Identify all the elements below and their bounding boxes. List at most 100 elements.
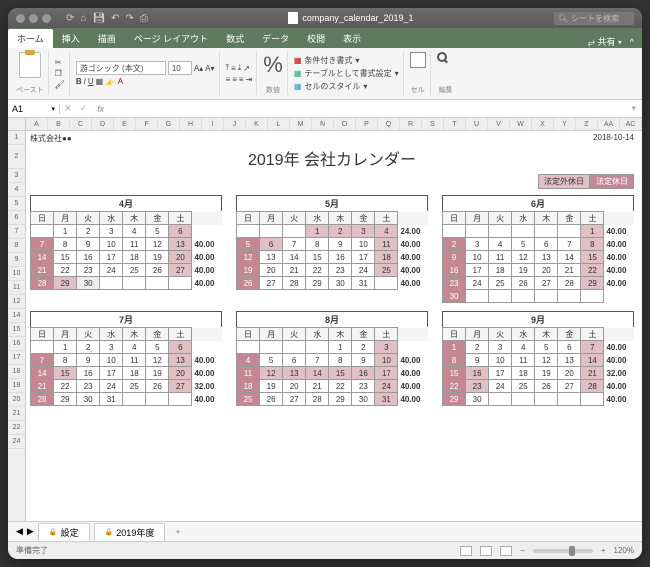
row-14[interactable]: 14 — [8, 309, 25, 323]
tab-nav-prev-icon[interactable]: ◀ — [16, 526, 23, 537]
row-19[interactable]: 19 — [8, 379, 25, 393]
row-7[interactable]: 7 — [8, 225, 25, 239]
undo-icon[interactable]: ↶ — [111, 13, 119, 24]
editing-icon[interactable] — [437, 52, 455, 70]
align-center-icon[interactable]: ≡ — [232, 75, 237, 84]
col-K[interactable]: K — [246, 118, 268, 130]
row-12[interactable]: 12 — [8, 295, 25, 309]
row-8[interactable]: 8 — [8, 239, 25, 253]
col-L[interactable]: L — [268, 118, 290, 130]
row-2[interactable]: 2 — [8, 145, 25, 169]
row-1[interactable]: 1 — [8, 131, 25, 145]
sheet-tab-2019[interactable]: 🔒2019年度 — [94, 523, 166, 541]
increase-font-icon[interactable]: A▴ — [194, 64, 203, 73]
percent-icon[interactable]: % — [263, 52, 283, 78]
select-all-corner[interactable] — [8, 118, 26, 130]
row-4[interactable]: 4 — [8, 183, 25, 197]
name-box[interactable]: A1▾ — [8, 104, 60, 114]
tab-formulas[interactable]: 数式 — [217, 29, 253, 48]
copy-icon[interactable]: ❐ — [55, 69, 65, 78]
tab-view[interactable]: 表示 — [334, 29, 370, 48]
minimize-icon[interactable] — [29, 14, 38, 23]
bold-button[interactable]: B — [76, 77, 82, 86]
align-middle-icon[interactable]: ≡ — [231, 64, 236, 73]
worksheet[interactable]: 株式会社●● 2018-10-14 2019年 会社カレンダー 法定外休日 法定… — [26, 131, 642, 521]
tab-data[interactable]: データ — [253, 29, 298, 48]
col-S[interactable]: S — [422, 118, 444, 130]
save-icon[interactable]: 💾︎ — [92, 13, 105, 24]
traffic-lights[interactable] — [16, 14, 51, 23]
font-name-select[interactable]: 游ゴシック (本文) — [76, 61, 166, 75]
col-Z[interactable]: Z — [576, 118, 598, 130]
cell-styles-button[interactable]: ▦セルのスタイル ▾ — [294, 80, 399, 93]
sheet-search[interactable]: 🔍︎ シートを検索 — [554, 12, 634, 25]
tab-insert[interactable]: 挿入 — [53, 29, 89, 48]
row-10[interactable]: 10 — [8, 267, 25, 281]
align-left-icon[interactable]: ≡ — [226, 75, 231, 84]
cells-icon[interactable] — [410, 52, 426, 68]
paste-icon[interactable] — [19, 52, 41, 78]
row-20[interactable]: 20 — [8, 393, 25, 407]
col-P[interactable]: P — [356, 118, 378, 130]
row-16[interactable]: 16 — [8, 337, 25, 351]
fx-label[interactable]: fx — [91, 104, 110, 114]
row-9[interactable]: 9 — [8, 253, 25, 267]
conditional-format-button[interactable]: ▦条件付き書式 ▾ — [294, 54, 399, 67]
cancel-formula-icon[interactable]: ✕ — [60, 103, 76, 114]
col-A[interactable]: A — [26, 118, 48, 130]
col-G[interactable]: G — [158, 118, 180, 130]
print-icon[interactable]: ⎙ — [140, 13, 148, 24]
col-M[interactable]: M — [290, 118, 312, 130]
col-W[interactable]: W — [510, 118, 532, 130]
col-C[interactable]: C — [70, 118, 92, 130]
col-AA[interactable]: AA — [598, 118, 620, 130]
col-Q[interactable]: Q — [378, 118, 400, 130]
border-icon[interactable]: ▦ — [96, 77, 104, 86]
italic-button[interactable]: I — [84, 77, 86, 86]
row-5[interactable]: 5 — [8, 197, 25, 211]
col-F[interactable]: F — [136, 118, 158, 130]
indent-icon[interactable]: ⇥ — [246, 75, 253, 84]
home-icon[interactable]: ⌂ — [80, 13, 86, 24]
close-icon[interactable] — [16, 14, 25, 23]
orientation-icon[interactable]: ↗ — [243, 64, 250, 73]
col-AC[interactable]: AC — [620, 118, 642, 130]
col-D[interactable]: D — [92, 118, 114, 130]
align-bottom-icon[interactable]: ⤓ — [238, 63, 242, 73]
col-N[interactable]: N — [312, 118, 334, 130]
row-15[interactable]: 15 — [8, 323, 25, 337]
add-sheet-button[interactable]: + — [169, 527, 186, 537]
row-18[interactable]: 18 — [8, 365, 25, 379]
ribbon-collapse-icon[interactable]: ^ — [630, 37, 634, 47]
col-Y[interactable]: Y — [554, 118, 576, 130]
row-21[interactable]: 21 — [8, 407, 25, 421]
tab-review[interactable]: 校閲 — [298, 29, 334, 48]
format-as-table-button[interactable]: ▦テーブルとして書式設定 ▾ — [294, 67, 399, 80]
font-color-icon[interactable]: A — [118, 77, 123, 86]
tab-page-layout[interactable]: ページ レイアウト — [125, 29, 217, 48]
col-U[interactable]: U — [466, 118, 488, 130]
zoom-icon[interactable] — [42, 14, 51, 23]
format-painter-icon[interactable]: 🖌 — [55, 80, 65, 89]
col-V[interactable]: V — [488, 118, 510, 130]
cut-icon[interactable]: ✂ — [55, 58, 65, 67]
row-11[interactable]: 11 — [8, 281, 25, 295]
tab-nav-next-icon[interactable]: ▶ — [27, 526, 34, 537]
font-size-select[interactable]: 10 — [168, 61, 192, 75]
row-6[interactable]: 6 — [8, 211, 25, 225]
col-E[interactable]: E — [114, 118, 136, 130]
tab-home[interactable]: ホーム — [8, 29, 53, 48]
col-H[interactable]: H — [180, 118, 202, 130]
col-R[interactable]: R — [400, 118, 422, 130]
row-24[interactable]: 24 — [8, 435, 25, 449]
enter-formula-icon[interactable]: ✓ — [76, 103, 92, 114]
row-22[interactable]: 22 — [8, 421, 25, 435]
row-17[interactable]: 17 — [8, 351, 25, 365]
align-top-icon[interactable]: ⤒ — [226, 63, 230, 73]
col-B[interactable]: B — [48, 118, 70, 130]
tab-draw[interactable]: 描画 — [89, 29, 125, 48]
col-I[interactable]: I — [202, 118, 224, 130]
sheet-tab-settings[interactable]: 🔒設定 — [38, 523, 90, 541]
align-right-icon[interactable]: ≡ — [239, 75, 244, 84]
col-O[interactable]: O — [334, 118, 356, 130]
